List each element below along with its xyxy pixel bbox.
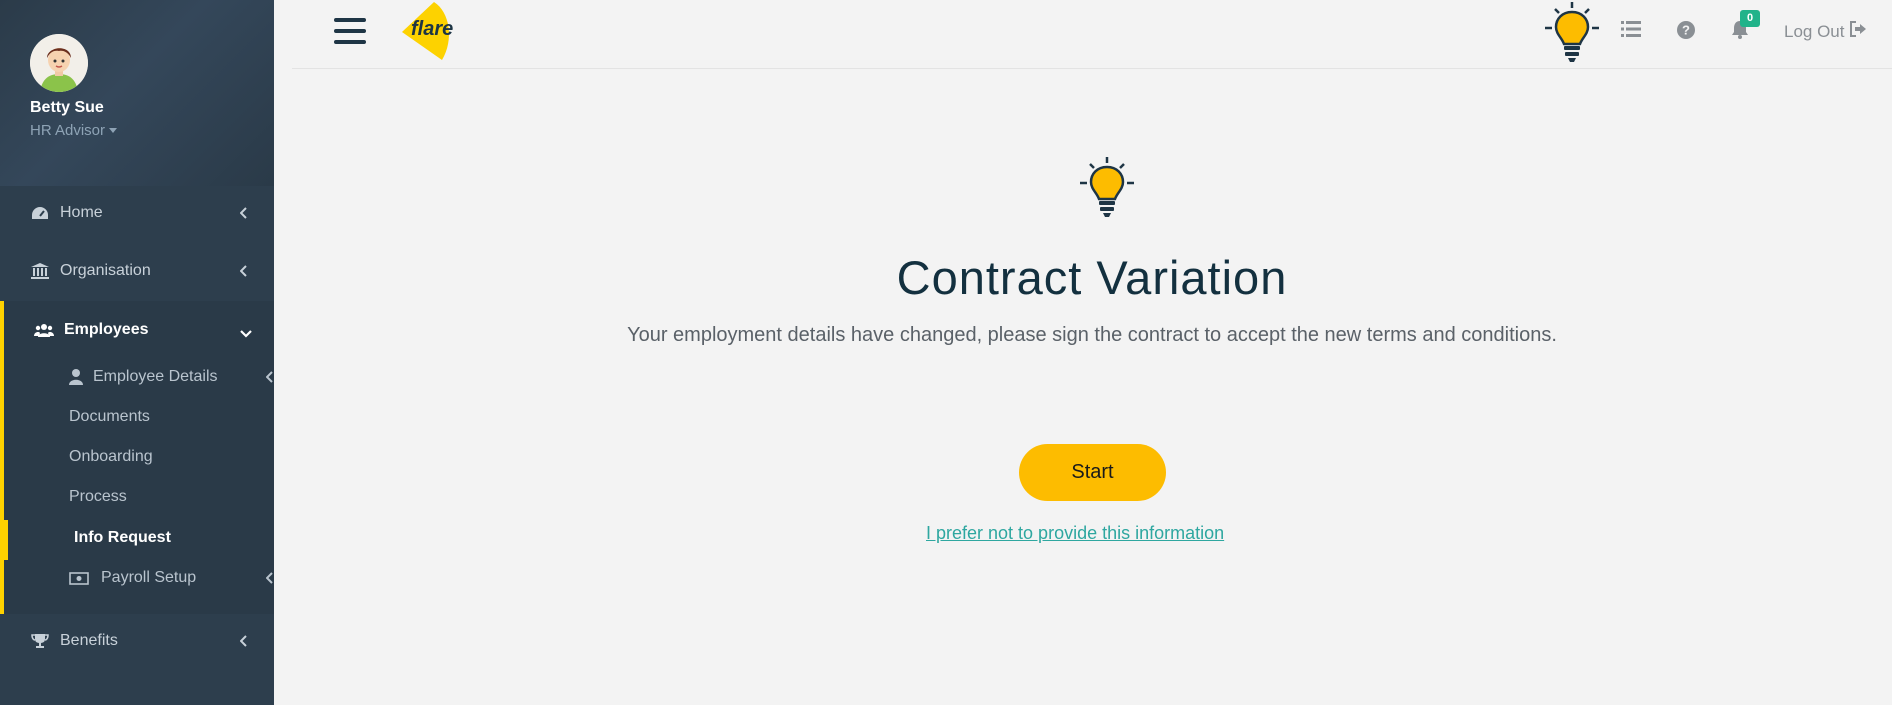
lightbulb-icon (1079, 155, 1135, 221)
nav-item-organisation[interactable]: Organisation (0, 242, 274, 300)
users-icon (34, 322, 54, 338)
caret-down-icon (109, 128, 118, 133)
sub-item-process[interactable]: Process (69, 478, 339, 516)
nav-label-benefits: Benefits (60, 632, 118, 649)
hamburger-icon[interactable] (334, 18, 366, 48)
sub-item-label: Process (69, 488, 127, 505)
sub-item-label: Info Request (74, 529, 171, 546)
user-role-label: HR Advisor (30, 122, 106, 139)
logout-button[interactable]: Log Out (1784, 21, 1867, 42)
employees-section: Employees Employee Details Documents Onb… (0, 301, 274, 614)
nav-label-employees: Employees (64, 321, 149, 338)
logo-text: flare (411, 18, 454, 40)
sub-item-documents[interactable]: Documents (69, 398, 339, 436)
decline-link[interactable]: I prefer not to provide this information (926, 523, 1224, 544)
nav-item-benefits[interactable]: Benefits (0, 612, 274, 670)
page-subtitle: Your employment details have changed, pl… (627, 324, 1557, 346)
avatar[interactable] (30, 34, 88, 92)
sub-item-info-request[interactable]: Info Request (74, 519, 344, 557)
lightbulb-icon[interactable] (1543, 0, 1601, 68)
logout-label: Log Out (1784, 21, 1845, 41)
sub-item-label: Payroll Setup (101, 569, 197, 586)
chevron-left-icon (239, 634, 248, 652)
user-name: Betty Sue (30, 99, 104, 116)
user-role-dropdown[interactable]: HR Advisor (30, 122, 118, 139)
top-bar (292, 0, 1892, 69)
help-icon[interactable]: ? (1677, 21, 1695, 44)
nav-item-employees[interactable]: Employees (4, 301, 274, 359)
sub-item-onboarding[interactable]: Onboarding (69, 438, 339, 476)
sub-item-employee-details[interactable]: Employee Details (69, 358, 274, 396)
money-icon (69, 571, 91, 585)
bank-icon (30, 263, 50, 279)
logout-icon (1849, 21, 1867, 42)
nav-label-organisation: Organisation (60, 262, 151, 279)
chevron-left-icon (265, 370, 274, 388)
active-indicator (0, 520, 8, 560)
sub-item-payroll-setup[interactable]: Payroll Setup (69, 559, 274, 597)
svg-text:?: ? (1682, 23, 1690, 38)
nav-label-home: Home (60, 204, 103, 221)
sub-item-label: Onboarding (69, 448, 153, 465)
sidebar: Betty Sue HR Advisor Home Organisation E… (0, 0, 274, 705)
sub-item-label: Employee Details (93, 368, 218, 385)
chevron-left-icon (239, 206, 248, 224)
nav-item-home[interactable]: Home (0, 184, 274, 242)
list-icon[interactable] (1621, 20, 1641, 43)
user-icon (69, 369, 85, 385)
profile-panel: Betty Sue HR Advisor (0, 0, 274, 186)
sub-item-label: Documents (69, 408, 150, 425)
dashboard-icon (30, 205, 50, 221)
notification-badge: 0 (1740, 10, 1760, 27)
chevron-left-icon (265, 571, 274, 589)
chevron-down-icon (240, 325, 252, 343)
start-button[interactable]: Start (1019, 444, 1166, 501)
chevron-left-icon (239, 264, 248, 282)
page-title: Contract Variation (896, 251, 1288, 304)
trophy-icon (30, 633, 50, 649)
